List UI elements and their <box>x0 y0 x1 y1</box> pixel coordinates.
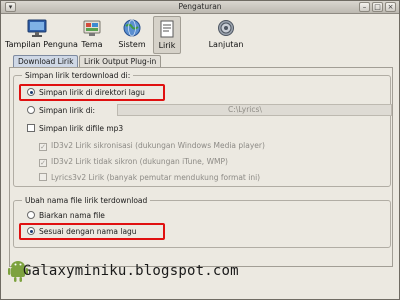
group-title: Simpan lirik terdownload di: <box>22 71 134 80</box>
lyrics-directory-field[interactable]: C:\Lyrics\ <box>117 104 392 116</box>
radio-button-checked[interactable] <box>27 88 35 96</box>
toolbar-item-label: Tampilan Penguna <box>5 40 78 49</box>
toolbar-item-sistem[interactable]: Sistem <box>113 16 151 54</box>
watermark-text: Galaxyminiku.blogspot.com <box>23 263 239 279</box>
settings-toolbar: Tampilan Penguna Tema Sistem Lirik Lanju… <box>5 16 397 54</box>
radio-label: Simpan lirik di: <box>39 106 96 115</box>
radio-button[interactable] <box>27 211 35 219</box>
checkbox-id3v2-unsync[interactable]: ✓ ID3v2 Lirik tidak sikron (dukungan iTun… <box>39 156 228 168</box>
checkbox-label: ID3v2 Lirik tidak sikron (dukungan iTune… <box>51 157 228 166</box>
toolbar-item-label: Tema <box>81 40 103 49</box>
lyrics-icon <box>160 20 174 38</box>
gear-icon <box>218 20 234 36</box>
checkbox-save-in-mp3[interactable]: Simpan lirik difile mp3 <box>27 123 123 135</box>
toolbar-item-tampilan[interactable]: Tampilan Penguna <box>5 16 78 54</box>
radio-label: Sesuai dengan nama lagu <box>39 227 137 236</box>
checkbox-disabled[interactable] <box>39 173 47 181</box>
checkbox-checked-disabled[interactable]: ✓ <box>39 143 47 151</box>
radio-button[interactable] <box>27 106 35 114</box>
checkbox-checked-disabled[interactable]: ✓ <box>39 159 47 167</box>
checkbox-label: Simpan lirik difile mp3 <box>39 124 124 133</box>
palette-icon <box>83 20 101 36</box>
radio-save-song-dir[interactable]: Simpan lirik di direktori lagu <box>27 87 145 99</box>
maximize-button[interactable]: □ <box>372 2 383 12</box>
minimize-button[interactable]: – <box>359 2 370 12</box>
checkbox-lyrics3v2[interactable]: Lyrics3v2 Lirik (banyak pemutar mendukun… <box>39 172 260 184</box>
radio-label: Simpan lirik di direktori lagu <box>39 88 145 97</box>
toolbar-item-lanjutan[interactable]: Lanjutan <box>205 16 247 54</box>
monitor-icon <box>27 19 47 37</box>
toolbar-item-label: Lirik <box>158 41 176 50</box>
checkbox-id3v2-sync[interactable]: ✓ ID3v2 Lirik sikronisasi (dukungan Windo… <box>39 140 265 152</box>
toolbar-item-tema[interactable]: Tema <box>75 16 109 54</box>
toolbar-item-lirik[interactable]: Lirik <box>153 16 181 54</box>
radio-button-checked[interactable] <box>27 227 35 235</box>
checkbox-label: Lyrics3v2 Lirik (banyak pemutar mendukun… <box>51 173 261 182</box>
window-title: Pengaturan <box>178 2 222 11</box>
group-title: Ubah nama file lirik terdownload <box>22 196 151 205</box>
checkbox-label: ID3v2 Lirik sikronisasi (dukungan Window… <box>51 141 265 150</box>
radio-save-custom-dir[interactable]: Simpan lirik di: <box>27 105 95 117</box>
globe-icon <box>123 19 141 37</box>
title-bar: ▾ Pengaturan – □ × <box>1 1 399 14</box>
radio-label: Biarkan nama file <box>39 211 105 220</box>
close-button[interactable]: × <box>385 2 396 12</box>
radio-keep-filename[interactable]: Biarkan nama file <box>27 210 105 222</box>
radio-match-song-name[interactable]: Sesuai dengan nama lagu <box>27 226 137 238</box>
toolbar-item-label: Lanjutan <box>208 40 244 49</box>
checkbox[interactable] <box>27 124 35 132</box>
settings-window: ▾ Pengaturan – □ × Tampilan Penguna Tema <box>0 0 400 300</box>
toolbar-item-label: Sistem <box>118 40 146 49</box>
